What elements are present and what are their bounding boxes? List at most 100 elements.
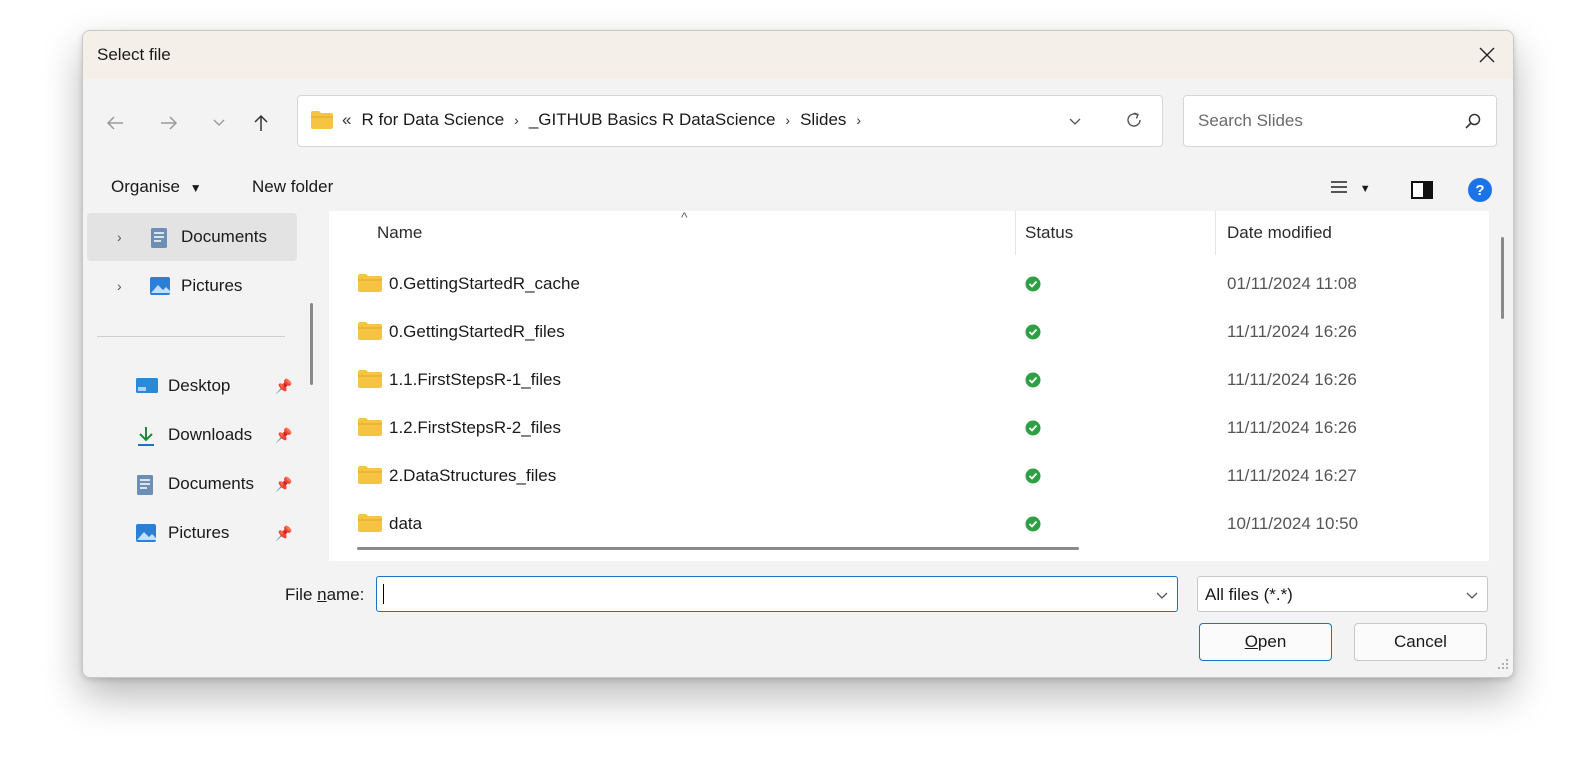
close-button[interactable] <box>1469 37 1505 73</box>
table-row[interactable]: data 10/11/2024 10:50 <box>329 501 1489 549</box>
downloads-icon <box>135 425 157 452</box>
file-type-select[interactable]: All files (*.*) <box>1197 576 1488 612</box>
file-name: 2.DataStructures_files <box>389 466 557 485</box>
breadcrumb-item[interactable]: Slides <box>800 110 846 130</box>
column-header-date-modified[interactable]: Date modified <box>1227 223 1332 243</box>
new-folder-button[interactable]: New folder <box>252 177 333 197</box>
table-row[interactable]: 1.2.FirstStepsR-2_files 11/11/2024 16:26 <box>329 405 1489 453</box>
preview-pane-button[interactable] <box>1411 181 1433 204</box>
file-dialog: Select file « R for Data Science › _GITH… <box>82 30 1514 678</box>
folder-icon <box>357 369 383 394</box>
sync-ok-icon <box>1025 420 1041 441</box>
date-modified: 11/11/2024 16:26 <box>1227 322 1357 341</box>
window-title: Select file <box>97 45 171 64</box>
column-divider[interactable] <box>1215 211 1216 255</box>
table-row[interactable]: 0.GettingStartedR_files 11/11/2024 16:26 <box>329 309 1489 357</box>
command-bar: Organise ▼ New folder ▼ ? <box>83 171 1513 211</box>
date-modified: 11/11/2024 16:26 <box>1227 370 1357 389</box>
file-name: 1.1.FirstStepsR-1_files <box>389 370 561 389</box>
chevron-right-icon[interactable]: › <box>514 112 519 128</box>
column-header-name[interactable]: Name <box>377 223 422 243</box>
vertical-scrollbar[interactable] <box>1501 237 1504 319</box>
column-divider[interactable] <box>1015 211 1016 255</box>
view-options-button[interactable]: ▼ <box>1329 179 1371 200</box>
file-name-label: File name: <box>285 585 365 604</box>
date-modified: 11/11/2024 16:27 <box>1227 466 1357 485</box>
pin-icon: 📌 <box>275 476 293 492</box>
search-input[interactable]: Search Slides <box>1198 111 1303 131</box>
file-name-panel: File name: All files (*.*) Open Cancel <box>83 561 1513 677</box>
pictures-icon <box>149 276 171 301</box>
file-name: 0.GettingStartedR_cache <box>389 274 580 293</box>
resize-grip-icon[interactable] <box>1497 655 1509 675</box>
arrow-up-icon <box>254 114 268 131</box>
folder-icon <box>357 465 383 490</box>
quick-access-desktop[interactable]: Desktop 📌 <box>123 362 303 410</box>
file-name: 0.GettingStartedR_files <box>389 322 565 341</box>
file-type-value: All files (*.*) <box>1205 585 1293 604</box>
address-history-button[interactable] <box>1068 112 1082 132</box>
pictures-icon <box>135 523 157 548</box>
sidebar-item-documents[interactable]: › Documents <box>87 213 297 261</box>
chevron-down-icon <box>1069 118 1081 125</box>
horizontal-scrollbar[interactable] <box>357 547 1079 550</box>
open-button[interactable]: Open <box>1199 623 1332 661</box>
pin-icon: 📌 <box>275 525 293 541</box>
up-button[interactable] <box>245 107 277 139</box>
file-name: 1.2.FirstStepsR-2_files <box>389 418 561 437</box>
folder-icon <box>357 417 383 442</box>
quick-access-label: Downloads <box>168 425 253 444</box>
back-button[interactable] <box>99 107 131 139</box>
address-bar[interactable]: « R for Data Science › _GITHUB Basics R … <box>297 95 1163 147</box>
date-modified: 01/11/2024 11:08 <box>1227 274 1357 293</box>
folder-icon <box>357 321 383 346</box>
breadcrumb-item[interactable]: R for Data Science <box>361 110 504 130</box>
sidebar-item-label: Pictures <box>181 276 243 295</box>
breadcrumb-item[interactable]: _GITHUB Basics R DataScience <box>529 110 776 130</box>
refresh-icon <box>1127 112 1141 127</box>
sync-ok-icon <box>1025 276 1041 297</box>
sidebar-item-pictures[interactable]: › Pictures <box>87 262 297 310</box>
date-modified: 11/11/2024 16:26 <box>1227 418 1357 437</box>
sync-ok-icon <box>1025 516 1041 537</box>
chevron-right-icon[interactable]: › <box>117 229 122 245</box>
chevron-right-icon[interactable]: › <box>785 112 790 128</box>
organise-label: Organise <box>111 177 180 196</box>
refresh-button[interactable] <box>1124 110 1144 135</box>
caret-down-icon: ▼ <box>189 181 202 195</box>
file-type-dropdown-button[interactable] <box>1465 586 1479 606</box>
folder-icon <box>310 110 334 135</box>
chevron-right-icon[interactable]: › <box>117 278 122 294</box>
file-name-history-button[interactable] <box>1155 586 1169 606</box>
forward-button[interactable] <box>153 107 185 139</box>
file-name-input[interactable] <box>376 576 1178 612</box>
table-row[interactable]: 1.1.FirstStepsR-1_files 11/11/2024 16:26 <box>329 357 1489 405</box>
svg-text:?: ? <box>1475 182 1484 199</box>
preview-pane-icon <box>1411 181 1433 199</box>
quick-access-downloads[interactable]: Downloads 📌 <box>123 411 303 459</box>
cancel-button[interactable]: Cancel <box>1354 623 1487 661</box>
table-row[interactable]: 2.DataStructures_files 11/11/2024 16:27 <box>329 453 1489 501</box>
quick-access-label: Documents <box>168 474 254 493</box>
desktop-icon <box>135 376 159 401</box>
recent-locations-button[interactable] <box>203 107 235 139</box>
chevron-right-icon[interactable]: › <box>856 112 861 128</box>
help-button[interactable]: ? <box>1467 177 1493 208</box>
quick-access-pictures[interactable]: Pictures 📌 <box>123 509 303 557</box>
breadcrumb-overflow[interactable]: « <box>342 110 351 130</box>
sidebar-divider <box>97 336 285 337</box>
folder-icon <box>357 513 383 538</box>
table-row[interactable]: 0.GettingStartedR_cache 01/11/2024 11:08 <box>329 261 1489 309</box>
search-icon[interactable] <box>1464 112 1482 135</box>
file-list: ^ Name Status Date modified 0.GettingSta… <box>329 209 1489 561</box>
quick-access-documents[interactable]: Documents 📌 <box>123 460 303 508</box>
sidebar-item-label: Documents <box>181 227 267 246</box>
pin-icon: 📌 <box>275 427 293 443</box>
search-box[interactable]: Search Slides <box>1183 95 1497 147</box>
sidebar-scrollbar[interactable] <box>310 303 313 385</box>
arrow-left-icon <box>106 116 123 130</box>
column-header-status[interactable]: Status <box>1025 223 1073 243</box>
arrow-right-icon <box>161 116 178 130</box>
text-cursor <box>383 584 384 604</box>
organise-menu[interactable]: Organise ▼ <box>111 177 202 197</box>
